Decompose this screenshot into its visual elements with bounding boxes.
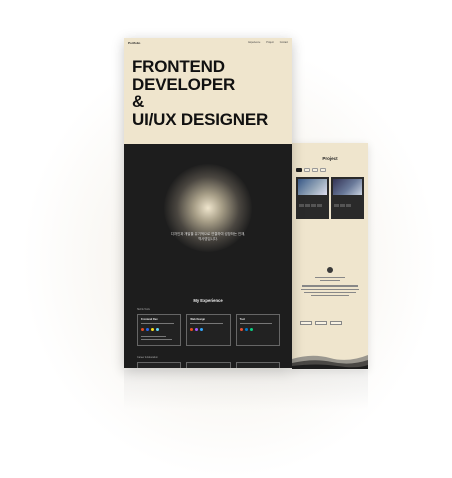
nav-link-project[interactable]: Project: [266, 41, 273, 44]
top-nav: Portfolio Experience Project Contact: [124, 38, 292, 47]
headline-line: &: [132, 92, 145, 111]
project-thumbnail: [333, 179, 362, 195]
text-line: [300, 288, 360, 290]
skill-icons: [190, 328, 226, 331]
mockup-reflection: [124, 370, 368, 410]
headline-line: FRONTEND: [132, 57, 225, 76]
skill-card: Web Design: [186, 314, 231, 346]
project-tag: [340, 204, 345, 207]
text-line: [320, 280, 340, 282]
text-line: [314, 277, 346, 279]
nav-link-contact[interactable]: Contact: [280, 41, 288, 44]
project-card[interactable]: [296, 177, 329, 219]
mockup-stage: Project Portfolio Experience Project Con…: [0, 0, 452, 478]
about-text-lines: [298, 277, 362, 298]
contact-buttons: [300, 321, 342, 325]
react-icon: [156, 328, 159, 331]
css-icon: [146, 328, 149, 331]
text-line: [301, 285, 359, 287]
headline-line: UI/UX DESIGNER: [132, 109, 269, 129]
contact-button[interactable]: [315, 321, 327, 325]
project-title: Project: [322, 156, 338, 161]
career-section-label: Career & Education: [137, 356, 158, 359]
project-tag: [334, 204, 339, 207]
portfolio-page-mockup: Portfolio Experience Project Contact FRO…: [124, 38, 292, 368]
contact-button[interactable]: [330, 321, 342, 325]
skill-card-title: Tool: [239, 318, 245, 321]
hero-headline: FRONTEND DEVELOPER & UI/UX DESIGNER: [132, 58, 268, 128]
intro-text: 디자인과 개발을 유기적으로 연결하여 성장하는 인재, 역사영입니다.: [124, 232, 292, 242]
skills-cards: Frontend Dev Web Design Tool: [137, 314, 280, 346]
footer-wave: [292, 355, 368, 369]
project-cards: [296, 177, 364, 219]
project-page-mockup: Project: [292, 143, 368, 369]
career-card: [235, 362, 280, 368]
project-tags: [334, 204, 351, 207]
figma-icon: [190, 328, 194, 331]
skill-card-title: Frontend Dev: [141, 318, 158, 321]
text-line: [190, 323, 224, 324]
project-tag: [299, 204, 304, 207]
project-tag: [311, 204, 316, 207]
text-line: [141, 336, 167, 337]
filter-chip[interactable]: [320, 168, 326, 172]
contact-button[interactable]: [300, 321, 312, 325]
career-cards: [137, 362, 280, 368]
nav-links: Experience Project Contact: [248, 41, 288, 44]
skill-icons: [239, 328, 276, 331]
project-card[interactable]: [331, 177, 364, 219]
design-tool-icon: [195, 328, 199, 331]
text-line: [304, 291, 356, 293]
intro-section: 디자인과 개발을 유기적으로 연결하여 성장하는 인재, 역사영입니다. My …: [124, 144, 292, 368]
project-thumbnail: [298, 179, 327, 195]
skills-section-label: Skill & Tools: [137, 308, 150, 311]
html-icon: [141, 328, 144, 331]
skill-card-title: Web Design: [190, 318, 206, 321]
career-card: [137, 362, 182, 368]
project-filter-row: [296, 168, 326, 172]
skill-card: Frontend Dev: [137, 314, 182, 346]
vscode-icon: [244, 328, 248, 331]
text-line: [141, 339, 172, 340]
nav-link-experience[interactable]: Experience: [248, 41, 260, 44]
javascript-icon: [151, 328, 154, 331]
project-tag: [317, 204, 322, 207]
git-icon: [239, 328, 243, 331]
career-card: [186, 362, 231, 368]
intro-line: 역사영입니다.: [198, 237, 218, 241]
text-line: [141, 323, 174, 324]
tool-icon: [249, 328, 253, 331]
skill-card: Tool: [235, 314, 280, 346]
filter-chip[interactable]: [304, 168, 310, 172]
photoshop-icon: [200, 328, 204, 331]
project-tags: [299, 204, 322, 207]
filter-chip[interactable]: [296, 168, 302, 172]
profile-icon: [327, 267, 333, 273]
project-tag: [305, 204, 310, 207]
filter-chip[interactable]: [312, 168, 318, 172]
site-logo[interactable]: Portfolio: [128, 41, 140, 45]
skill-icons: [141, 328, 177, 331]
hero-section: Portfolio Experience Project Contact FRO…: [124, 38, 292, 144]
headline-line: DEVELOPER: [132, 74, 236, 94]
text-line: [310, 294, 350, 297]
text-line: [239, 323, 273, 324]
project-tag: [346, 204, 351, 207]
experience-title: My Experience: [193, 298, 223, 303]
